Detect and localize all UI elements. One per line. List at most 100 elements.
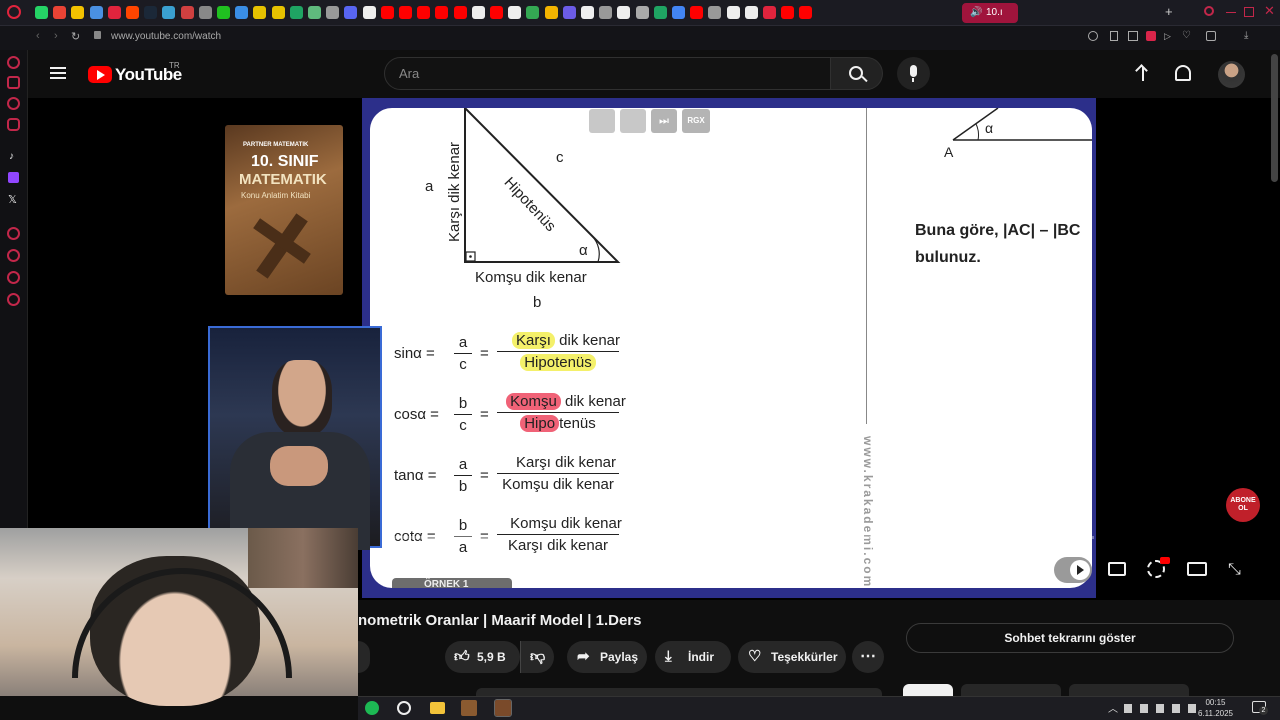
tab-s-icon[interactable] [71,6,85,19]
dislike-button[interactable]: 👎︎ [520,641,554,673]
tab-power-icon[interactable] [217,6,230,19]
tab-puzzle-icon[interactable] [708,6,722,19]
tab-tiktok-icon[interactable] [726,6,740,19]
close-window-button[interactable]: ✕ [1264,3,1275,19]
game-icon[interactable] [494,699,512,717]
tab-reddit-icon[interactable] [126,6,139,19]
tab-youtube-icon[interactable] [799,6,813,19]
tab-puzzle-icon[interactable] [599,6,613,19]
tab-sheet-icon[interactable] [289,6,303,19]
rgx-button[interactable]: RGX [682,109,710,133]
tab-youtube-icon[interactable] [490,6,503,19]
file-explorer-icon[interactable] [430,702,445,714]
snapshot-icon[interactable] [1128,31,1138,41]
extensions-icon[interactable] [1206,31,1216,41]
tab-save-icon[interactable] [107,6,121,19]
back-icon[interactable]: ‹ [36,30,40,42]
shield-icon[interactable] [1146,31,1156,41]
tab-whatsapp-icon[interactable] [35,6,48,19]
video-progress-bar[interactable] [382,536,1094,539]
game-icon[interactable] [461,700,477,716]
tab-l-icon[interactable] [162,6,176,19]
subtitles-icon[interactable] [1108,562,1126,576]
tab-youtube-icon[interactable] [399,6,412,19]
filter-chip[interactable] [961,684,1061,696]
download-icon[interactable]: ⤓ [1244,30,1248,41]
tab-drive-icon[interactable] [526,6,540,19]
minimize-button[interactable] [1226,12,1236,13]
search-input[interactable]: Ara [384,57,831,90]
tab-circle-icon[interactable] [635,6,649,19]
heart-icon[interactable]: ♡ [1182,30,1191,41]
miniplayer-icon[interactable] [1187,562,1207,576]
tab-youtube-icon[interactable] [380,6,394,19]
tab-github-icon[interactable] [617,6,631,19]
tab-circle-icon[interactable] [180,6,194,19]
tab-cloud-icon[interactable] [89,6,103,19]
sidebar-x-icon[interactable]: 𝕏 [8,193,17,206]
youtube-logo[interactable]: YouTube TR [88,61,188,84]
sidebar-chat-icon[interactable] [7,271,20,284]
play-icon[interactable]: ▷ [1164,31,1171,42]
tab-chrome-icon[interactable] [672,6,685,19]
forward-icon[interactable]: › [54,30,58,42]
tab-youtube-icon[interactable] [417,6,431,19]
search-tabs-icon[interactable] [1204,6,1214,16]
active-tab[interactable]: 🔊 10.ı [962,3,1018,23]
pin-icon[interactable] [1110,31,1118,41]
tab-discord-icon[interactable] [344,6,358,19]
upload-icon[interactable] [1135,64,1151,84]
tab-s-icon[interactable] [253,6,267,19]
fullscreen-icon[interactable]: ⤡ [1228,561,1241,579]
tab-gmail-icon[interactable] [53,6,67,19]
sidebar-tiktok-icon[interactable]: ♪ [9,151,14,162]
tab-steam-icon[interactable] [144,6,158,19]
tab-triangle-icon[interactable] [544,6,558,19]
tab-check-icon[interactable] [235,6,249,19]
share-button[interactable]: ➦ Paylaş [567,641,647,673]
tab-tiktok-icon[interactable] [744,6,758,19]
taskbar-clock[interactable]: 00:15 6.11.2025 [1198,697,1233,719]
obs-icon[interactable] [397,701,411,715]
voice-search-button[interactable] [897,57,930,90]
new-tab-button[interactable]: + [1165,4,1173,19]
tab-tiktok-icon[interactable] [471,6,485,19]
maximize-button[interactable] [1244,7,1254,17]
sidebar-twitch-icon[interactable] [8,172,19,183]
tab-s-icon[interactable] [271,6,285,19]
filter-chip[interactable] [1069,684,1189,696]
tab-link-icon[interactable] [326,6,340,19]
speaker-icon[interactable]: 🔊 [970,3,982,23]
sidebar-history-icon[interactable] [7,249,20,262]
page-scrollbar[interactable] [1271,54,1278,182]
sidebar-bag-icon[interactable] [7,76,20,89]
reload-icon[interactable]: ↻ [71,30,80,43]
tab-notes-icon[interactable] [562,6,576,19]
tab-opera-icon[interactable] [763,6,776,19]
sidebar-aria-icon[interactable] [7,56,20,69]
autoplay-toggle[interactable] [1054,557,1092,583]
tab-tiktok-icon[interactable] [581,6,594,19]
sidebar-settings-icon[interactable] [7,293,20,306]
zoom-icon[interactable] [1088,31,1098,41]
tab-grid-icon[interactable] [198,6,212,19]
more-actions-button[interactable]: ⋯ [852,641,884,673]
thanks-button[interactable]: ♡ Teşekkürler [738,641,846,673]
tab-tiktok-icon[interactable] [508,6,522,19]
tab-youtube-icon[interactable] [781,6,795,19]
avatar[interactable] [1218,61,1245,88]
popout-icon[interactable] [589,109,615,133]
tab-youtube-icon[interactable] [690,6,704,19]
download-button[interactable]: ⤓ İndir [655,641,731,673]
notification-icon[interactable]: 2 [1252,701,1268,715]
tab-leaf-icon[interactable] [308,6,321,19]
channel-pill-fragment[interactable] [358,641,370,673]
show-chat-replay-button[interactable]: Sohbet tekrarını göster [906,623,1234,653]
skip-next-icon[interactable]: ⏭ [651,109,677,133]
sidebar-music-icon[interactable] [7,227,20,240]
tab-x-icon[interactable] [362,6,376,19]
opera-menu-icon[interactable] [7,5,21,19]
url-text[interactable]: www.youtube.com/watch [111,31,221,42]
search-button[interactable] [831,57,883,90]
hamburger-menu-icon[interactable] [50,67,66,79]
